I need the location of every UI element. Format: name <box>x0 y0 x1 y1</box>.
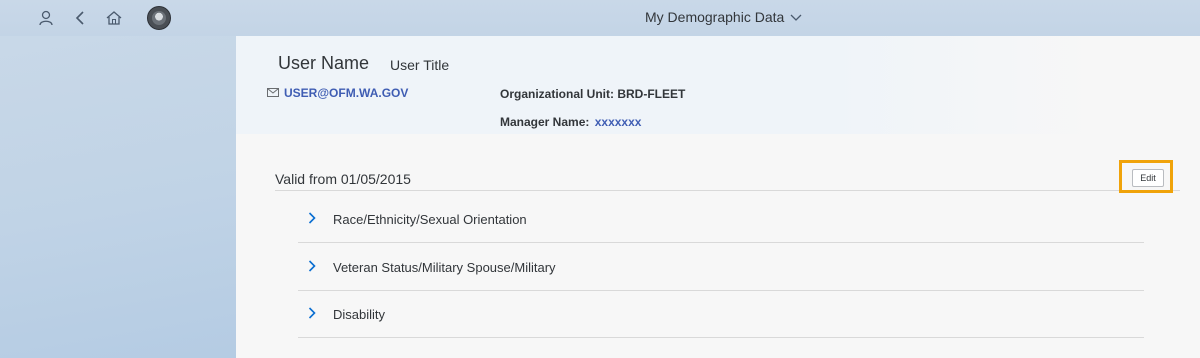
section-disability[interactable]: Disability <box>298 290 1144 338</box>
shell-bar: My Demographic Data <box>0 0 1200 36</box>
manager-info: Manager Name: xxxxxxx <box>500 115 641 129</box>
chevron-down-icon <box>790 9 802 25</box>
user-title: User Title <box>390 57 450 73</box>
valid-from-row: Valid from 01/05/2015 <box>275 170 1180 191</box>
state-seal-logo[interactable] <box>147 6 171 30</box>
section-label: Veteran Status/Military Spouse/Military <box>333 260 556 275</box>
email-link[interactable]: USER@OFM.WA.GOV <box>267 86 408 100</box>
envelope-icon <box>267 86 279 100</box>
app-title-menu[interactable]: My Demographic Data <box>645 9 802 25</box>
chevron-right-icon <box>308 259 316 277</box>
manager-label: Manager Name: <box>500 115 590 129</box>
app-title: My Demographic Data <box>645 9 785 25</box>
org-unit: Organizational Unit: BRD-FLEET <box>500 87 686 101</box>
home-icon[interactable] <box>104 8 124 28</box>
chevron-right-icon <box>308 211 316 229</box>
user-icon[interactable] <box>36 8 56 28</box>
section-race-ethnicity[interactable]: Race/Ethnicity/Sexual Orientation <box>298 195 1144 243</box>
section-label: Race/Ethnicity/Sexual Orientation <box>333 212 527 227</box>
page-content: User Name User Title USER@OFM.WA.GOV Org… <box>236 36 1200 358</box>
section-veteran-status[interactable]: Veteran Status/Military Spouse/Military <box>298 243 1144 291</box>
edit-button[interactable]: Edit <box>1132 169 1164 187</box>
section-label: Disability <box>333 307 386 322</box>
email-text: USER@OFM.WA.GOV <box>284 86 409 100</box>
user-name: User Name <box>278 53 370 73</box>
valid-from-text: Valid from 01/05/2015 <box>275 171 411 187</box>
chevron-right-icon <box>308 306 316 324</box>
manager-link[interactable]: xxxxxxx <box>595 115 642 129</box>
back-icon[interactable] <box>70 8 90 28</box>
